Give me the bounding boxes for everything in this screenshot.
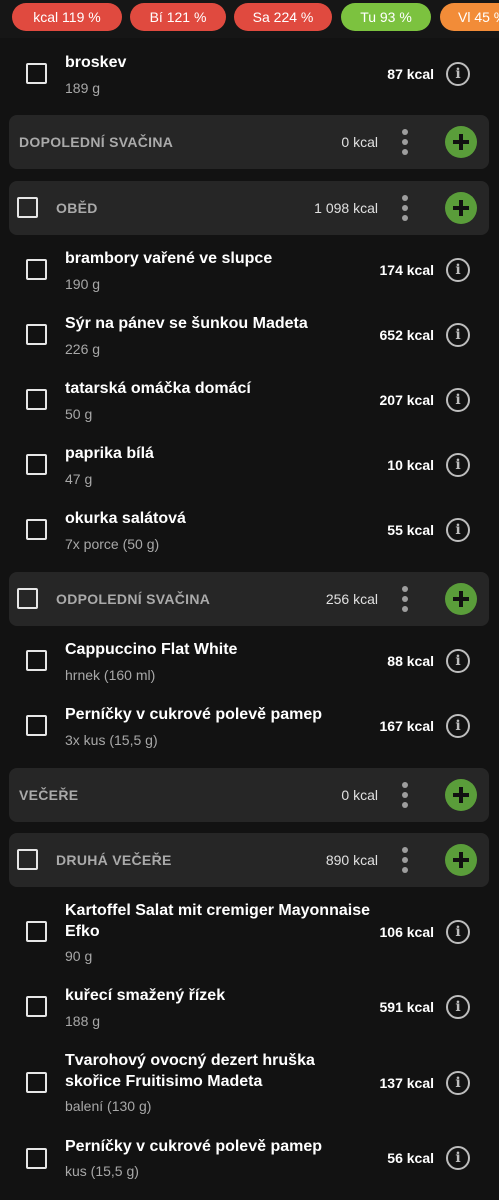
info-icon[interactable]: i [446,62,470,86]
item-quantity: 90 g [65,948,93,964]
item-checkbox[interactable] [26,519,47,540]
item-quantity: 3x kus (15,5 g) [65,732,158,748]
item-name: Kartoffel Salat mit cremiger Mayonnaise … [65,902,370,940]
item-quantity: 47 g [65,471,93,487]
item-checkbox[interactable] [26,389,47,410]
item-checkbox[interactable] [26,1072,47,1093]
summary-pill-fat[interactable]: Tu 93 % [341,3,431,31]
item-name: paprika bílá [65,445,154,462]
summary-pill-protein[interactable]: Bí 121 % [130,3,226,31]
item-checkbox[interactable] [26,921,47,942]
add-circle-icon[interactable] [445,192,477,224]
add-circle-icon[interactable] [445,844,477,876]
item-kcal: 87 kcal [387,66,434,82]
item-name: tatarská omáčka domácí [65,380,251,397]
section-kcal: 256 kcal [325,591,378,607]
section-title: OBĚD [56,200,98,216]
add-circle-icon[interactable] [445,126,477,158]
item-name: kuřecí smažený řízek [65,987,226,1004]
more-vert-icon[interactable] [402,586,408,612]
item-kcal: 10 kcal [387,457,434,473]
item-name: okurka salátová [65,510,186,527]
item-kcal: 137 kcal [379,1075,435,1091]
item-name: Perníčky v cukrové polevě pamep [65,1138,323,1155]
section-kcal: 890 kcal [325,852,378,868]
item-kcal: 88 kcal [387,653,434,669]
section-checkbox[interactable] [17,197,38,218]
item-quantity: kus (15,5 g) [65,1163,139,1179]
item-quantity: 189 g [65,80,101,96]
meal-section-lunch[interactable]: OBĚD 1 098 kcal [9,181,489,235]
more-vert-icon[interactable] [402,195,408,221]
item-checkbox[interactable] [26,63,47,84]
item-checkbox[interactable] [26,996,47,1017]
item-name: brambory vařené ve slupce [65,250,273,267]
item-name: broskev [65,54,127,71]
info-icon[interactable]: i [446,1146,470,1170]
summary-pill-carbs[interactable]: Sa 224 % [234,3,332,31]
meal-section-morning-snack[interactable]: DOPOLEDNÍ SVAČINA 0 kcal [9,115,489,169]
summary-pill-fiber[interactable]: Vl 45 % [440,3,499,31]
item-checkbox[interactable] [26,259,47,280]
item-name: Cappuccino Flat White [65,641,238,658]
item-kcal: 652 kcal [379,327,435,343]
item-quantity: 190 g [65,276,101,292]
section-title: DOPOLEDNÍ SVAČINA [19,134,174,150]
more-vert-icon[interactable] [402,782,408,808]
info-icon[interactable]: i [446,1071,470,1095]
item-checkbox[interactable] [26,454,47,475]
add-circle-icon[interactable] [445,583,477,615]
item-quantity: 50 g [65,406,93,422]
section-title: VEČEŘE [19,787,79,803]
item-checkbox[interactable] [26,650,47,671]
item-quantity: hrnek (160 ml) [65,667,156,683]
section-title: DRUHÁ VEČEŘE [56,852,172,868]
item-checkbox[interactable] [26,715,47,736]
info-icon[interactable]: i [446,649,470,673]
item-name: Sýr na pánev se šunkou Madeta [65,315,308,332]
meal-section-afternoon-snack[interactable]: ODPOLEDNÍ SVAČINA 256 kcal [9,572,489,626]
info-icon[interactable]: i [446,518,470,542]
add-circle-icon[interactable] [445,779,477,811]
section-kcal: 0 kcal [341,134,378,150]
item-checkbox[interactable] [26,324,47,345]
meal-section-dinner[interactable]: VEČEŘE 0 kcal [9,768,489,822]
item-quantity: 188 g [65,1013,101,1029]
section-kcal: 0 kcal [341,787,378,803]
item-quantity: 226 g [65,341,101,357]
item-name: Perníčky v cukrové polevě pamep [65,706,323,723]
meal-section-second-dinner[interactable]: DRUHÁ VEČEŘE 890 kcal [9,833,489,887]
item-kcal: 591 kcal [379,999,435,1015]
info-icon[interactable]: i [446,995,470,1019]
info-icon[interactable]: i [446,714,470,738]
section-checkbox[interactable] [17,849,38,870]
item-kcal: 55 kcal [387,522,434,538]
info-icon[interactable]: i [446,920,470,944]
item-quantity: balení (130 g) [65,1098,152,1114]
info-icon[interactable]: i [446,323,470,347]
nutrition-summary-bar: kcal 119 % Bí 121 % Sa 224 % Tu 93 % Vl … [0,0,499,38]
item-kcal: 174 kcal [379,262,435,278]
section-checkbox[interactable] [17,588,38,609]
info-icon[interactable]: i [446,453,470,477]
summary-pill-kcal[interactable]: kcal 119 % [12,3,122,31]
item-quantity: 7x porce (50 g) [65,536,160,552]
info-icon[interactable]: i [446,388,470,412]
more-vert-icon[interactable] [402,129,408,155]
more-vert-icon[interactable] [402,847,408,873]
item-kcal: 56 kcal [387,1150,434,1166]
item-checkbox[interactable] [26,1148,47,1169]
item-kcal: 167 kcal [379,718,435,734]
item-kcal: 207 kcal [379,392,435,408]
item-name: Tvarohový ovocný dezert hruška skořice F… [65,1052,315,1090]
item-kcal: 106 kcal [379,924,435,940]
section-title: ODPOLEDNÍ SVAČINA [56,591,211,607]
info-icon[interactable]: i [446,258,470,282]
section-kcal: 1 098 kcal [314,200,378,216]
